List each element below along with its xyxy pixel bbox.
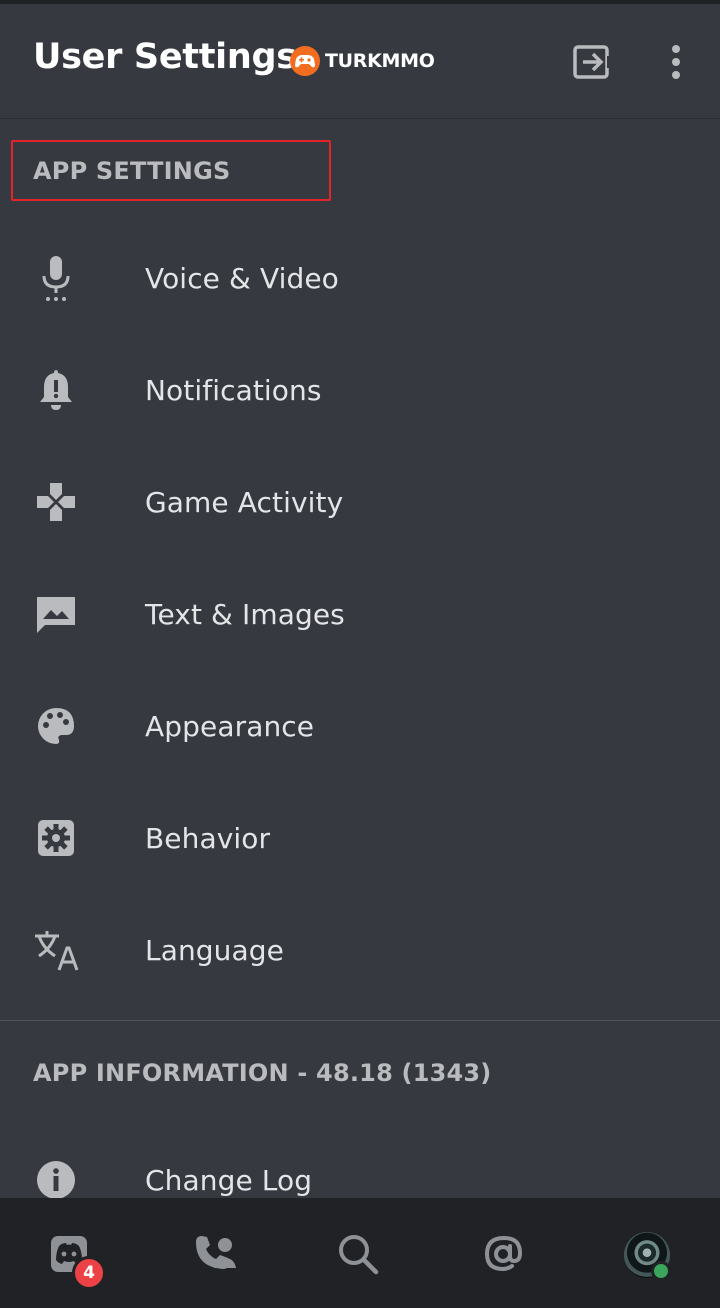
palette-icon <box>32 702 80 750</box>
settings-item-label: Game Activity <box>145 485 344 519</box>
friends-icon <box>196 1236 236 1269</box>
brand-text: TURKMMO <box>325 50 435 72</box>
settings-item-voice-video[interactable]: Voice & Video <box>0 222 720 334</box>
more-options-button[interactable] <box>654 40 698 84</box>
notification-badge: 4 <box>72 1256 106 1290</box>
search-icon <box>339 1235 379 1275</box>
app-header: User Settings TURKMMO <box>0 4 720 119</box>
microphone-icon <box>32 254 80 302</box>
settings-item-label: Language <box>145 933 284 967</box>
bottom-tab-bar: 4 <box>0 1198 720 1308</box>
tab-search[interactable] <box>332 1228 384 1280</box>
page-title: User Settings <box>33 37 297 77</box>
settings-item-text-images[interactable]: Text & Images <box>0 558 720 670</box>
section-header-app-information: APP INFORMATION - 48.18 (1343) <box>33 1059 492 1087</box>
highlight-box <box>11 140 331 201</box>
settings-item-label: Appearance <box>145 709 315 743</box>
online-status-indicator <box>651 1261 671 1281</box>
bell-icon <box>32 366 80 414</box>
translate-icon <box>32 926 80 974</box>
image-icon <box>32 590 80 638</box>
info-icon <box>32 1156 80 1204</box>
tab-friends[interactable] <box>190 1228 242 1280</box>
gamepad-icon <box>32 478 80 526</box>
settings-item-label: Text & Images <box>145 597 345 631</box>
gamepad-logo-icon <box>290 46 320 76</box>
settings-item-appearance[interactable]: Appearance <box>0 670 720 782</box>
settings-item-language[interactable]: Language <box>0 894 720 1006</box>
logout-button[interactable] <box>569 40 613 84</box>
logout-icon <box>573 45 611 79</box>
settings-item-game-activity[interactable]: Game Activity <box>0 446 720 558</box>
section-divider <box>0 1020 720 1021</box>
tab-mentions[interactable] <box>478 1228 530 1280</box>
settings-item-behavior[interactable]: Behavior <box>0 782 720 894</box>
settings-item-label: Notifications <box>145 373 322 407</box>
settings-item-label: Behavior <box>145 821 271 855</box>
settings-item-label: Voice & Video <box>145 261 339 295</box>
mentions-icon <box>484 1235 523 1272</box>
brand-logo: TURKMMO <box>288 44 435 78</box>
gear-icon <box>32 814 80 862</box>
more-vertical-icon <box>672 45 680 79</box>
settings-item-notifications[interactable]: Notifications <box>0 334 720 446</box>
settings-item-label: Change Log <box>145 1163 313 1197</box>
